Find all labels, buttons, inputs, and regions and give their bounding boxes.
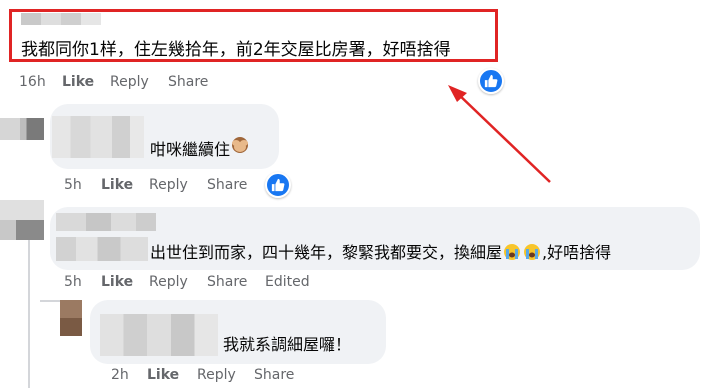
like-link[interactable]: Like — [147, 367, 179, 383]
share-link[interactable]: Share — [207, 177, 247, 193]
blurred-author-name — [100, 314, 218, 356]
comment-2-time[interactable]: 5h — [64, 177, 82, 193]
comment-3-bubble: 出世住到而家，四十幾年，黎緊我都要交，換細屋 ,好唔捨得 — [50, 207, 700, 270]
avatar[interactable] — [0, 118, 44, 140]
reply-connector-line — [40, 300, 60, 302]
reply-1-text: 我就系調細屋囉！ — [223, 335, 352, 354]
edited-label[interactable]: Edited — [265, 274, 310, 290]
reply-link[interactable]: Reply — [149, 274, 188, 290]
annotation-highlight-box — [9, 9, 498, 62]
like-reaction-icon[interactable] — [265, 172, 291, 198]
comment-3-text-end: ,好唔捨得 — [542, 243, 612, 262]
like-link[interactable]: Like — [101, 274, 133, 290]
avatar-detail — [16, 220, 44, 240]
comment-3-text: 出世住到而家，四十幾年，黎緊我都要交，換細屋 ,好唔捨得 — [150, 239, 611, 263]
loudly-crying-face-icon — [504, 244, 521, 260]
like-link[interactable]: Like — [62, 74, 94, 90]
share-link[interactable]: Share — [254, 367, 294, 383]
comment-3-time[interactable]: 5h — [64, 274, 82, 290]
comment-2-text: 咁咪繼續住 — [150, 140, 231, 159]
comment-1-time[interactable]: 16h — [19, 74, 46, 90]
share-link[interactable]: Share — [207, 274, 247, 290]
annotation-arrow-icon — [448, 85, 551, 183]
share-link[interactable]: Share — [168, 74, 208, 90]
see-no-evil-monkey-icon — [232, 137, 248, 153]
reply-link[interactable]: Reply — [197, 367, 236, 383]
reply-link[interactable]: Reply — [149, 177, 188, 193]
loudly-crying-face-icon — [524, 244, 541, 260]
blurred-text-prefix — [56, 237, 148, 261]
comment-2-bubble: 咁咪繼續住 — [50, 104, 279, 169]
reply-link[interactable]: Reply — [110, 74, 149, 90]
like-link[interactable]: Like — [101, 177, 133, 193]
reply-thread-line — [28, 240, 30, 388]
comment-3-text-main: 出世住到而家，四十幾年，黎緊我都要交，換細屋 — [150, 243, 503, 262]
reply-1-bubble: 我就系調細屋囉！ — [90, 300, 386, 364]
blurred-author-name — [52, 116, 144, 158]
reply-1-time[interactable]: 2h — [111, 367, 129, 383]
blurred-author-name — [56, 213, 156, 231]
avatar[interactable] — [60, 300, 82, 336]
